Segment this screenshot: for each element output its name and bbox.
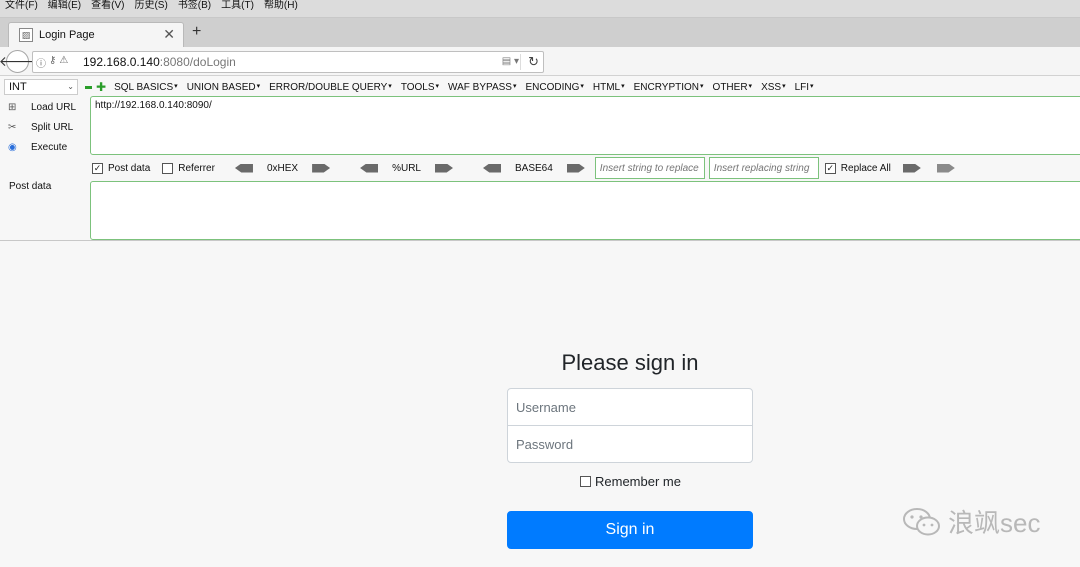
menu-file[interactable]: 文件(F)	[0, 0, 43, 11]
insert-string-input[interactable]	[594, 157, 705, 179]
url-enc-label: %URL	[392, 162, 421, 174]
referrer-label: Referrer	[178, 162, 215, 174]
menu-encoding[interactable]: ENCODING	[525, 82, 583, 93]
expand-plus-icon[interactable]: ✚	[96, 80, 106, 94]
base64-decode-arrow-icon[interactable]	[482, 163, 501, 173]
base64-label: BASE64	[514, 162, 553, 174]
watermark: 浪飒sec	[902, 503, 1040, 540]
page-favicon-icon: ▨	[19, 28, 33, 42]
menu-html[interactable]: HTML	[593, 82, 625, 93]
url-site-icons: ⓘ ⚷ ⚠	[33, 55, 83, 70]
replacing-string-input[interactable]	[708, 157, 819, 179]
load-url-label: Load URL	[31, 101, 77, 113]
key-icon: ⚷	[49, 54, 57, 66]
menu-view[interactable]: 查看(V)	[86, 0, 129, 11]
menu-bar: 文件(F) 编辑(E) 查看(V) 历史(S) 书签(B) 工具(T) 帮助(H…	[0, 0, 1080, 18]
url-path: :8080/doLogin	[159, 55, 236, 69]
sign-in-button[interactable]: Sign in	[507, 511, 753, 549]
hex-decode-arrow-icon[interactable]	[234, 163, 253, 173]
replace-apply-arrow-icon[interactable]	[902, 163, 921, 173]
hackbar-menu: ✚ SQL BASICS UNION BASED ERROR/DOUBLE QU…	[85, 80, 823, 94]
url-decode-arrow-icon[interactable]	[360, 163, 379, 173]
url-encode-arrow-icon[interactable]	[434, 163, 453, 173]
hex-encode-arrow-icon[interactable]	[312, 163, 331, 173]
watermark-text: 浪飒sec	[948, 508, 1041, 538]
execute-play-icon: ◉	[8, 141, 17, 153]
replace-all-checkbox[interactable]: ✓	[824, 162, 836, 174]
menu-sql-basics[interactable]: SQL BASICS	[114, 82, 178, 93]
username-input[interactable]	[507, 388, 753, 426]
post-data-area-label: Post data	[9, 181, 52, 192]
int-select[interactable]: INT ⌄	[4, 79, 78, 95]
chevron-down-icon: ⌄	[67, 82, 74, 91]
int-select-value: INT	[9, 81, 27, 93]
collapse-icon[interactable]	[85, 85, 92, 89]
url-separator	[520, 54, 521, 70]
menu-tools[interactable]: 工具(T)	[216, 0, 259, 11]
navigation-bar: 🡐 ⓘ ⚷ ⚠ 192.168.0.140:8080/doLogin ▤ ▾ ↻…	[0, 47, 1080, 120]
menu-union-based[interactable]: UNION BASED	[187, 82, 260, 93]
remember-me-label: Remember me	[595, 474, 681, 489]
base64-encode-arrow-icon[interactable]	[566, 163, 585, 173]
menu-xss[interactable]: XSS	[761, 82, 786, 93]
reload-icon[interactable]: ↻	[528, 54, 539, 70]
new-tab-icon[interactable]: +	[192, 23, 201, 41]
menu-tools-hb[interactable]: TOOLS	[401, 82, 439, 93]
menu-encryption[interactable]: ENCRYPTION	[634, 82, 704, 93]
tab-login-page[interactable]: ▨ Login Page ✕	[8, 22, 184, 47]
post-data-label: Post data	[108, 162, 151, 174]
load-url-icon: ⊞	[8, 101, 17, 113]
remember-me[interactable]: Remember me	[580, 474, 681, 489]
hex-label: 0xHEX	[266, 162, 299, 174]
password-input[interactable]	[507, 425, 753, 463]
back-arrow-icon[interactable]: 🡐	[0, 50, 36, 73]
execute-label: Execute	[31, 141, 68, 153]
url-bar[interactable]: ⓘ ⚷ ⚠ 192.168.0.140:8080/doLogin ▤ ▾ ↻	[32, 51, 544, 73]
split-url-icon: ✂	[8, 121, 17, 133]
menu-other[interactable]: OTHER	[713, 82, 753, 93]
url-textarea[interactable]: http://192.168.0.140:8090/	[90, 96, 1080, 155]
execute-button[interactable]: ◉ Execute	[8, 137, 76, 157]
post-data-textarea[interactable]	[90, 181, 1080, 240]
menu-help[interactable]: 帮助(H)	[259, 0, 303, 11]
replace-all-label: Replace All	[840, 162, 891, 174]
tab-strip: ▨ Login Page ✕ +	[0, 18, 1080, 47]
remember-me-checkbox[interactable]	[580, 476, 591, 487]
hackbar-panel: INT ⌄ ✚ SQL BASICS UNION BASED ERROR/DOUB…	[0, 77, 1080, 241]
split-url-button[interactable]: ✂ Split URL	[8, 117, 76, 137]
menu-history[interactable]: 历史(S)	[129, 0, 172, 11]
wechat-icon	[903, 507, 940, 535]
menu-error-double-query[interactable]: ERROR/DOUBLE QUERY	[269, 82, 392, 93]
page-title: Please sign in	[561, 350, 699, 375]
replace-next-arrow-icon[interactable]	[936, 163, 955, 173]
post-data-checkbox[interactable]: ✓	[92, 162, 103, 174]
page-actions-icon[interactable]: ▤ ▾	[502, 56, 519, 67]
insecure-lock-icon: ⚠	[59, 54, 69, 66]
referrer-checkbox[interactable]	[162, 162, 174, 174]
info-icon[interactable]: ⓘ	[36, 55, 46, 70]
close-tab-icon[interactable]: ✕	[163, 26, 175, 43]
hackbar-options: ✓ Post data Referrer 0xHEX %URL BASE64 ✓…	[92, 157, 963, 179]
tab-title: Login Page	[39, 29, 95, 41]
menu-waf-bypass[interactable]: WAF BYPASS	[448, 82, 516, 93]
hackbar-actions: ⊞ Load URL ✂ Split URL ◉ Execute	[8, 97, 76, 157]
url-host: 192.168.0.140	[83, 55, 160, 69]
menu-edit[interactable]: 编辑(E)	[43, 0, 86, 11]
split-url-label: Split URL	[31, 121, 74, 133]
menu-lfi[interactable]: LFI	[795, 82, 814, 93]
menu-bookmarks[interactable]: 书签(B)	[173, 0, 216, 11]
load-url-button[interactable]: ⊞ Load URL	[8, 97, 76, 117]
